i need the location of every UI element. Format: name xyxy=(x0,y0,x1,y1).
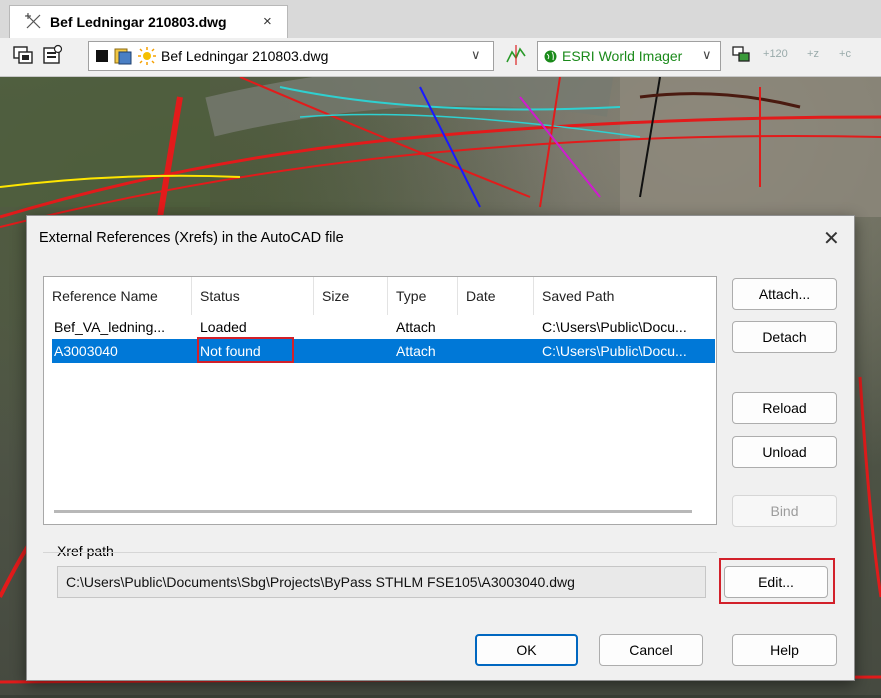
xref-path-field: C:\Users\Public\Documents\Sbg\Projects\B… xyxy=(57,566,706,598)
column-header-status[interactable]: Status xyxy=(192,277,314,315)
properties-icon[interactable] xyxy=(42,44,64,66)
horizontal-scrollbar[interactable] xyxy=(54,506,692,515)
row-status: Loaded xyxy=(200,319,247,335)
label-c-icon[interactable]: +c xyxy=(839,48,851,60)
row-reference-name: Bef_VA_ledning... xyxy=(54,319,166,335)
document-tab[interactable]: Bef Ledningar 210803.dwg × xyxy=(9,5,288,38)
label-z-text: z xyxy=(813,48,819,60)
sun-icon xyxy=(138,47,156,65)
xrefs-dialog: External References (Xrefs) in the AutoC… xyxy=(26,215,855,681)
drawing-file-name: Bef Ledningar 210803.dwg xyxy=(161,48,329,64)
table-row-selected[interactable]: A3003040 Not found Attach C:\Users\Publi… xyxy=(52,337,715,363)
dialog-title: External References (Xrefs) in the AutoC… xyxy=(39,230,344,246)
document-tab-label: Bef Ledningar 210803.dwg xyxy=(50,14,227,30)
column-header-saved-path[interactable]: Saved Path xyxy=(534,277,716,315)
attach-button[interactable]: Attach... xyxy=(732,278,837,310)
bind-button[interactable]: Bind xyxy=(732,495,837,527)
layer-stack-icon xyxy=(114,48,132,65)
toolbar: Bef Ledningar 210803.dwg ∨ ESRI World Im… xyxy=(0,38,881,77)
map-service-name: ESRI World Imager xyxy=(562,48,683,64)
label-z-icon[interactable]: +z xyxy=(807,48,819,60)
reload-button[interactable]: Reload xyxy=(732,392,837,424)
map-service-select[interactable]: ESRI World Imager ∨ xyxy=(537,41,721,71)
chevron-down-icon[interactable]: ∨ xyxy=(702,47,712,63)
label-120-icon[interactable]: +120 xyxy=(763,48,788,60)
globe-icon xyxy=(544,50,557,63)
row-type: Attach xyxy=(396,319,436,335)
column-header-type[interactable]: Type xyxy=(388,277,458,315)
label-120-text: 120 xyxy=(769,48,788,60)
help-button[interactable]: Help xyxy=(732,634,837,666)
drawing-file-icon xyxy=(25,13,41,29)
detach-button[interactable]: Detach xyxy=(732,321,837,353)
edit-button[interactable]: Edit... xyxy=(724,566,828,598)
drawing-file-select[interactable]: Bef Ledningar 210803.dwg ∨ xyxy=(88,41,494,71)
table-row[interactable]: Bef_VA_ledning... Loaded Attach C:\Users… xyxy=(52,315,715,339)
row-saved-path: C:\Users\Public\Docu... xyxy=(542,343,687,359)
chevron-down-icon[interactable]: ∨ xyxy=(471,47,481,63)
column-header-reference-name[interactable]: Reference Name xyxy=(44,277,192,315)
ok-button[interactable]: OK xyxy=(475,634,578,666)
unload-button[interactable]: Unload xyxy=(732,436,837,468)
geo-reference-icon[interactable] xyxy=(505,44,527,66)
color-swatch-icon xyxy=(96,50,108,62)
document-tab-bar: Bef Ledningar 210803.dwg × xyxy=(0,0,881,39)
close-tab-icon[interactable]: × xyxy=(263,13,272,30)
column-header-date[interactable]: Date xyxy=(458,277,534,315)
status-highlight-box xyxy=(197,337,294,363)
layers-tool-icon[interactable] xyxy=(731,44,753,66)
row-type: Attach xyxy=(396,343,436,359)
cancel-button[interactable]: Cancel xyxy=(599,634,703,666)
close-icon[interactable]: ✕ xyxy=(823,226,840,251)
label-c-text: c xyxy=(845,48,851,60)
xref-list[interactable]: Reference Name Status Size Type Date Sav… xyxy=(43,276,717,525)
column-header-size[interactable]: Size xyxy=(314,277,388,315)
row-reference-name: A3003040 xyxy=(54,343,118,359)
layers-icon[interactable] xyxy=(12,44,34,66)
scrollbar-thumb[interactable] xyxy=(54,510,692,513)
row-saved-path: C:\Users\Public\Docu... xyxy=(542,319,687,335)
